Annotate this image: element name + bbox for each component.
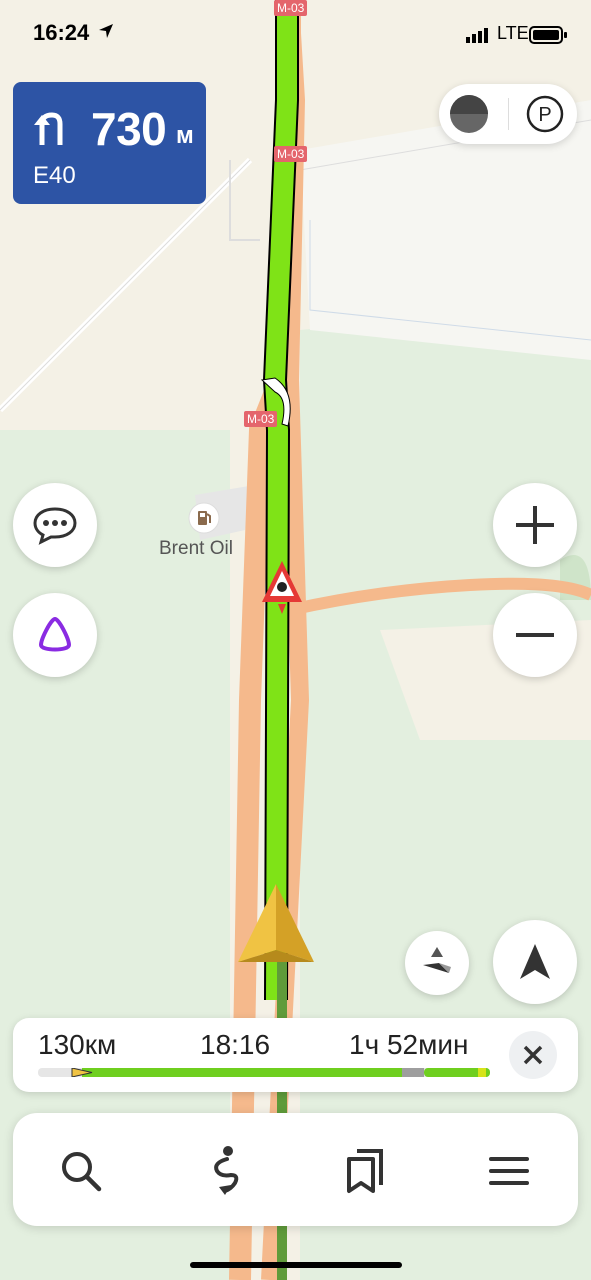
route-button[interactable] <box>197 1143 253 1199</box>
menu-button[interactable] <box>481 1143 537 1199</box>
plus-icon <box>516 506 554 544</box>
route-eta: 18:16 <box>200 1029 271 1060</box>
status-bar: 16:24 LTE <box>0 0 591 70</box>
route-duration: 1ч 52мин <box>349 1029 469 1060</box>
svg-text:P: P <box>538 104 551 126</box>
route-icon <box>214 1146 239 1195</box>
route-close-button[interactable] <box>509 1031 557 1079</box>
chat-button[interactable] <box>13 483 97 567</box>
parking-button[interactable]: P <box>525 94 565 134</box>
search-icon <box>62 1152 102 1192</box>
minus-icon <box>516 633 554 637</box>
maneuver-road: E40 <box>33 162 76 189</box>
status-time: 16:24 <box>33 20 90 45</box>
home-indicator[interactable] <box>190 1262 402 1268</box>
bookmarks-icon <box>347 1149 383 1193</box>
alice-icon <box>38 616 72 652</box>
road-shield: M-03 <box>244 411 278 427</box>
maneuver-unit: м <box>176 122 194 149</box>
bookmarks-button[interactable] <box>337 1143 393 1199</box>
route-distance: 130км <box>38 1029 117 1060</box>
route-progress-bar <box>38 1068 490 1077</box>
fuel-station-icon[interactable] <box>188 502 220 539</box>
navigation-arrow-icon <box>520 944 550 979</box>
close-icon <box>523 1045 543 1065</box>
zoom-in-button[interactable] <box>493 483 577 567</box>
route-info-panel[interactable]: 130км 18:16 1ч 52мин <box>13 1018 578 1092</box>
map-layers-control: P <box>439 84 577 144</box>
chat-icon <box>33 507 77 545</box>
traffic-toggle-button[interactable] <box>447 92 491 136</box>
uturn-left-icon <box>32 109 72 154</box>
battery-icon <box>529 25 569 50</box>
layers-divider <box>508 98 509 130</box>
location-arrow-icon <box>98 23 114 44</box>
poi-label[interactable]: Brent Oil <box>159 538 233 560</box>
zoom-out-button[interactable] <box>493 593 577 677</box>
menu-icon <box>489 1157 529 1185</box>
alice-assistant-button[interactable] <box>13 593 97 677</box>
network-label: LTE <box>497 23 529 43</box>
my-location-button[interactable] <box>493 920 577 1004</box>
search-button[interactable] <box>53 1143 109 1199</box>
compass-button[interactable] <box>405 931 469 995</box>
bottom-navigation-bar <box>13 1113 578 1226</box>
maneuver-distance: 730 <box>91 103 167 155</box>
signal-icon <box>466 27 492 48</box>
compass-icon <box>423 947 451 973</box>
road-shield: M-03 <box>274 146 308 162</box>
maneuver-card[interactable]: 730 м E40 <box>13 82 206 204</box>
